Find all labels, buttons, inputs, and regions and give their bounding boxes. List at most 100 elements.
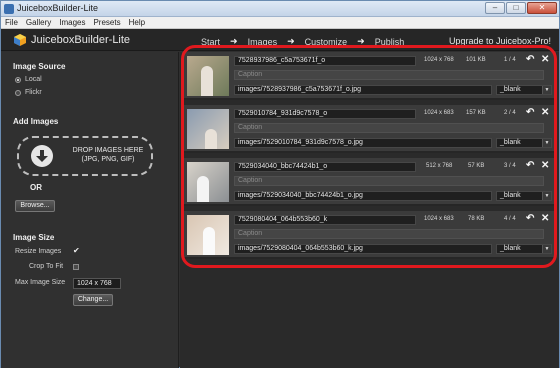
step-customize[interactable]: Customize — [305, 37, 348, 47]
download-arrow-icon — [31, 145, 53, 167]
image-name-field[interactable]: 7529010784_931d9c7578_o — [234, 109, 416, 119]
image-list: 7528937986_c5a753671f_o 1024 x 768 101 K… — [182, 52, 557, 267]
app-header: JuiceboxBuilder-Lite Start ➜ Images ➜ Cu… — [1, 29, 559, 51]
window-title: JuiceboxBuilder-Lite — [17, 3, 99, 13]
close-icon[interactable]: ✕ — [541, 54, 549, 65]
close-window-button[interactable]: ✕ — [527, 2, 557, 14]
image-path-field[interactable]: images/7528937986_c5a753671f_o.jpg — [234, 85, 492, 95]
image-file-size: 57 KB — [468, 163, 485, 169]
upgrade-link[interactable]: Upgrade to Juicebox-Pro! — [449, 36, 551, 46]
crop-to-fit-label: Crop To Fit — [29, 263, 64, 270]
title-bar: JuiceboxBuilder-Lite – □ ✕ — [1, 1, 559, 17]
image-thumbnail — [187, 162, 229, 202]
image-name-field[interactable]: 7529080404_064b553b60_k — [234, 215, 416, 225]
minimize-button[interactable]: – — [485, 2, 505, 14]
image-row[interactable]: 7528937986_c5a753671f_o 1024 x 768 101 K… — [182, 52, 556, 100]
undo-icon[interactable]: ↶ — [526, 160, 534, 171]
max-image-size-label: Max Image Size — [15, 279, 66, 286]
image-dimensions: 1024 x 683 — [424, 110, 454, 116]
image-row[interactable]: 7529010784_931d9c7578_o 1024 x 683 157 K… — [182, 105, 556, 153]
menu-help[interactable]: Help — [125, 17, 149, 28]
add-images-title: Add Images — [13, 117, 59, 126]
maximize-button[interactable]: □ — [506, 2, 526, 14]
menu-gallery[interactable]: Gallery — [22, 17, 55, 28]
crop-to-fit-checkbox[interactable] — [73, 264, 79, 270]
step-start[interactable]: Start — [201, 37, 220, 47]
browse-button[interactable]: Browse... — [15, 200, 55, 212]
radio-flickr[interactable] — [15, 89, 21, 96]
source-local-label: Local — [25, 76, 42, 83]
close-icon[interactable]: ✕ — [541, 213, 549, 224]
app-name: JuiceboxBuilder-Lite — [31, 34, 131, 46]
image-source-title: Image Source — [13, 62, 66, 71]
caption-field[interactable]: Caption — [234, 70, 544, 80]
image-size-title: Image Size — [13, 233, 55, 242]
step-navigation: Start ➜ Images ➜ Customize ➜ Publish — [201, 36, 404, 47]
source-flickr-label: Flickr — [25, 89, 42, 96]
undo-icon[interactable]: ↶ — [526, 107, 534, 118]
image-row[interactable]: 7529080404_064b553b60_k 1024 x 683 78 KB… — [182, 211, 556, 259]
image-file-size: 157 KB — [466, 110, 486, 116]
menu-images[interactable]: Images — [55, 17, 89, 28]
image-drop-zone[interactable]: DROP IMAGES HERE (JPG, PNG, GIF) — [17, 136, 153, 176]
menu-presets[interactable]: Presets — [89, 17, 124, 28]
image-name-field[interactable]: 7528937986_c5a753671f_o — [234, 56, 416, 66]
window-controls: – □ ✕ — [485, 2, 557, 14]
caption-field[interactable]: Caption — [234, 123, 544, 133]
image-index: 4 / 4 — [504, 216, 516, 222]
caption-field[interactable]: Caption — [234, 176, 544, 186]
image-dimensions: 1024 x 683 — [424, 216, 454, 222]
link-target-value: _blank — [500, 139, 521, 146]
image-path-field[interactable]: images/7529034040_bbc74424b1_o.jpg — [234, 191, 492, 201]
sidebar: Image Source Local Flickr Add Images DRO… — [1, 52, 179, 368]
close-icon[interactable]: ✕ — [541, 107, 549, 118]
undo-icon[interactable]: ↶ — [526, 213, 534, 224]
source-option-local[interactable]: Local — [15, 76, 42, 83]
change-size-button[interactable]: Change... — [73, 294, 113, 306]
menu-file[interactable]: File — [1, 17, 22, 28]
close-icon[interactable]: ✕ — [541, 160, 549, 171]
radio-local[interactable] — [15, 76, 21, 83]
link-target-value: _blank — [500, 86, 521, 93]
link-target-select[interactable]: _blank ▼ — [496, 138, 552, 148]
undo-icon[interactable]: ↶ — [526, 54, 534, 65]
image-list-panel: 7528937986_c5a753671f_o 1024 x 768 101 K… — [180, 52, 559, 368]
menu-bar: File Gallery Images Presets Help — [1, 17, 559, 29]
chevron-down-icon[interactable]: ▼ — [542, 192, 551, 200]
app-window: JuiceboxBuilder-Lite – □ ✕ File Gallery … — [0, 0, 560, 368]
app-icon — [4, 4, 14, 14]
image-name-field[interactable]: 7529034040_bbc74424b1_o — [234, 162, 416, 172]
chevron-down-icon[interactable]: ▼ — [542, 139, 551, 147]
juicebox-logo-icon — [14, 34, 26, 46]
chevron-down-icon[interactable]: ▼ — [542, 245, 551, 253]
or-label: OR — [30, 183, 42, 192]
image-index: 1 / 4 — [504, 57, 516, 63]
image-path-field[interactable]: images/7529010784_931d9c7578_o.jpg — [234, 138, 492, 148]
drop-instructions: DROP IMAGES HERE (JPG, PNG, GIF) — [72, 147, 144, 163]
link-target-select[interactable]: _blank ▼ — [496, 85, 552, 95]
image-path-field[interactable]: images/7529080404_064b553b60_k.jpg — [234, 244, 492, 254]
image-dimensions: 512 x 768 — [426, 163, 453, 169]
source-option-flickr[interactable]: Flickr — [15, 89, 42, 96]
link-target-value: _blank — [500, 245, 521, 252]
link-target-select[interactable]: _blank ▼ — [496, 191, 552, 201]
link-target-select[interactable]: _blank ▼ — [496, 244, 552, 254]
arrow-icon: ➜ — [357, 36, 365, 46]
link-target-value: _blank — [500, 192, 521, 199]
chevron-down-icon[interactable]: ▼ — [542, 86, 551, 94]
image-file-size: 78 KB — [468, 216, 485, 222]
image-index: 3 / 4 — [504, 163, 516, 169]
image-row[interactable]: 7529034040_bbc74424b1_o 512 x 768 57 KB … — [182, 158, 556, 206]
resize-images-label: Resize Images — [15, 248, 62, 255]
step-publish[interactable]: Publish — [375, 37, 405, 47]
image-dimensions: 1024 x 768 — [424, 57, 454, 63]
resize-images-checkbox[interactable]: ✔ — [73, 246, 80, 255]
arrow-icon: ➜ — [230, 36, 238, 46]
image-thumbnail — [187, 215, 229, 255]
image-thumbnail — [187, 109, 229, 149]
image-index: 2 / 4 — [504, 110, 516, 116]
image-file-size: 101 KB — [466, 57, 486, 63]
max-image-size-field[interactable]: 1024 x 768 — [73, 278, 121, 289]
caption-field[interactable]: Caption — [234, 229, 544, 239]
step-images[interactable]: Images — [248, 37, 278, 47]
